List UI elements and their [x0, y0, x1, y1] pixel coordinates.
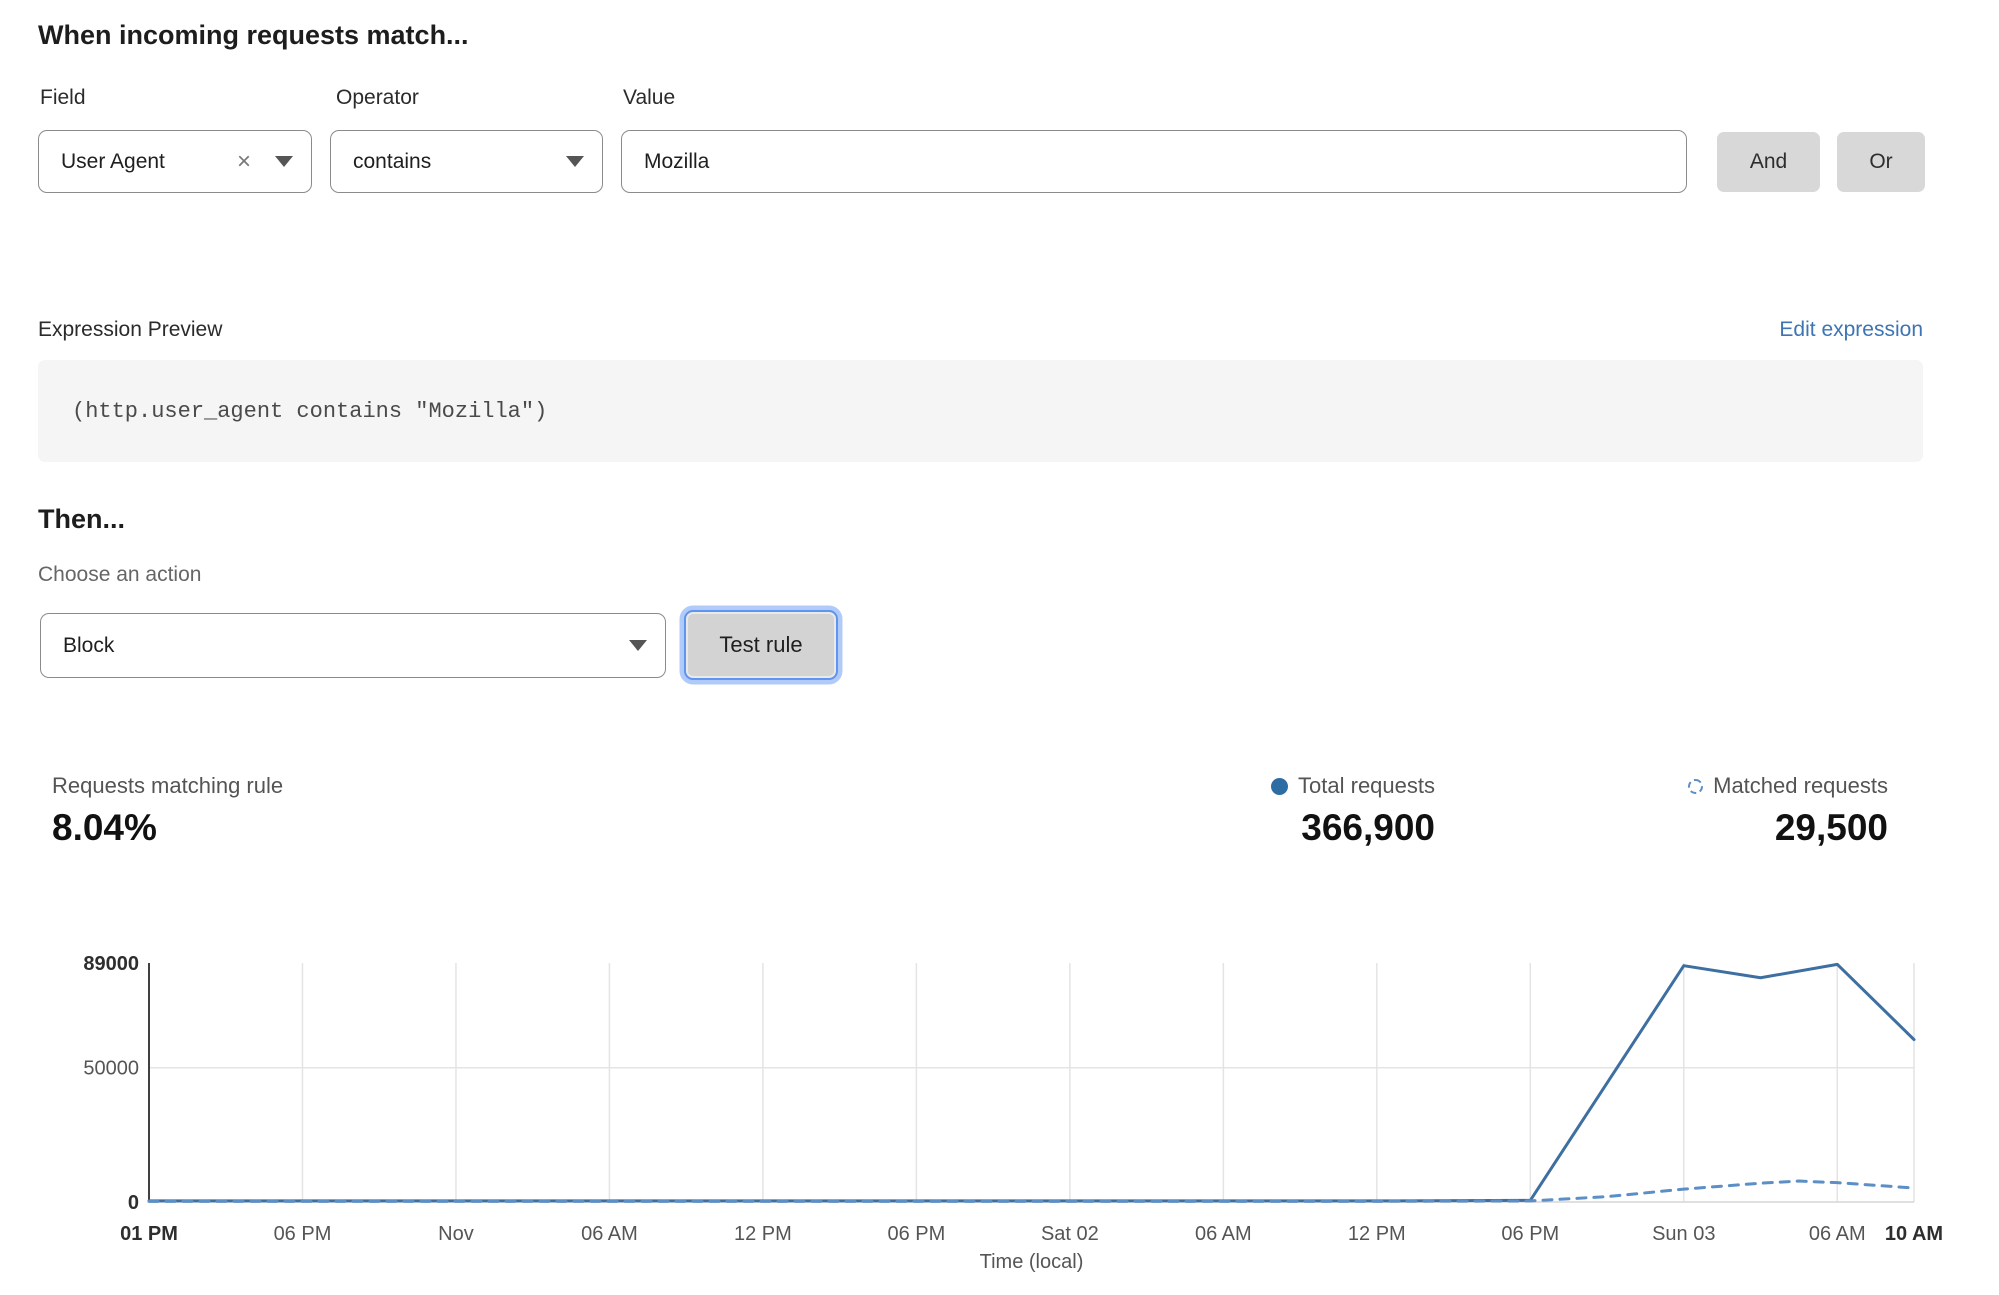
then-heading: Then... — [38, 504, 125, 535]
edit-expression-link[interactable]: Edit expression — [1779, 318, 1923, 342]
expression-code: (http.user_agent contains "Mozilla") — [72, 399, 547, 424]
matched-requests-value: 29,500 — [1628, 807, 1888, 849]
or-button[interactable]: Or — [1837, 132, 1925, 192]
svg-text:89000: 89000 — [83, 953, 139, 975]
and-button[interactable]: And — [1717, 132, 1820, 192]
chevron-down-icon — [275, 156, 293, 167]
total-requests-stat: Total requests 366,900 — [1185, 773, 1435, 849]
operator-select[interactable]: contains — [330, 130, 603, 193]
matched-requests-legend[interactable]: Matched requests — [1628, 773, 1888, 799]
field-select[interactable]: User Agent × — [38, 130, 312, 193]
expression-preview-label: Expression Preview — [38, 318, 222, 342]
time-axis-label: Time (local) — [980, 1251, 1084, 1273]
svg-text:Sun 03: Sun 03 — [1652, 1223, 1715, 1245]
dashed-circle-icon — [1688, 779, 1703, 794]
chevron-down-icon — [566, 156, 584, 167]
svg-text:50000: 50000 — [83, 1058, 139, 1080]
solid-dot-icon — [1271, 778, 1288, 795]
operator-select-value: contains — [353, 150, 431, 174]
total-requests-value: 366,900 — [1185, 807, 1435, 849]
svg-text:06 AM: 06 AM — [1195, 1223, 1252, 1245]
firewall-rule-editor: When incoming requests match... Field Op… — [0, 0, 1999, 1295]
svg-text:10 AM: 10 AM — [1885, 1223, 1943, 1245]
total-requests-label: Total requests — [1298, 773, 1435, 799]
field-select-value: User Agent — [61, 150, 165, 174]
svg-text:Sat 02: Sat 02 — [1041, 1223, 1099, 1245]
svg-text:01 PM: 01 PM — [120, 1223, 178, 1245]
test-rule-button[interactable]: Test rule — [684, 610, 838, 680]
value-input[interactable] — [621, 130, 1687, 193]
field-label: Field — [40, 86, 86, 110]
operator-label: Operator — [336, 86, 419, 110]
matching-stat-value: 8.04% — [52, 807, 283, 849]
matched-requests-stat: Matched requests 29,500 — [1628, 773, 1888, 849]
svg-text:12 PM: 12 PM — [1348, 1223, 1406, 1245]
chevron-down-icon — [629, 640, 647, 651]
svg-text:06 AM: 06 AM — [1809, 1223, 1866, 1245]
svg-text:06 PM: 06 PM — [887, 1223, 945, 1245]
page-title: When incoming requests match... — [38, 20, 469, 51]
svg-text:12 PM: 12 PM — [734, 1223, 792, 1245]
svg-text:06 AM: 06 AM — [581, 1223, 638, 1245]
svg-text:06 PM: 06 PM — [1501, 1223, 1559, 1245]
action-select[interactable]: Block — [40, 613, 666, 678]
svg-text:Nov: Nov — [438, 1223, 474, 1245]
matching-stat-label: Requests matching rule — [52, 773, 283, 799]
action-select-value: Block — [63, 634, 114, 658]
clear-icon[interactable]: × — [237, 150, 251, 174]
total-requests-legend[interactable]: Total requests — [1185, 773, 1435, 799]
requests-chart: 0 50000 89000 01 PM 06 PM Nov 06 AM 12 PM 06 PM S… — [0, 930, 1999, 1295]
expression-code-box: (http.user_agent contains "Mozilla") — [38, 360, 1923, 462]
svg-text:0: 0 — [128, 1192, 139, 1214]
value-label: Value — [623, 86, 675, 110]
matching-stat: Requests matching rule 8.04% — [52, 773, 283, 849]
choose-action-label: Choose an action — [38, 563, 201, 587]
matched-requests-label: Matched requests — [1713, 773, 1888, 799]
svg-text:06 PM: 06 PM — [274, 1223, 332, 1245]
